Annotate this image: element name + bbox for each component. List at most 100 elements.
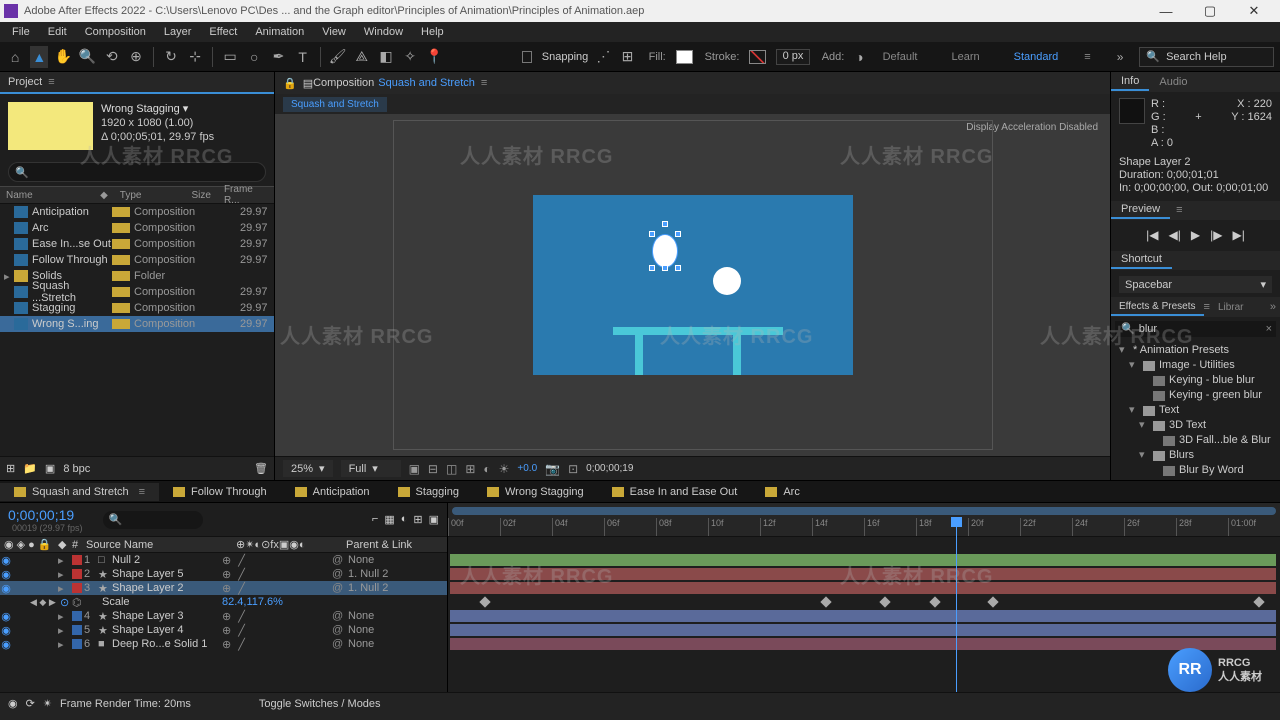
add-shape-icon[interactable]: ◑ (850, 46, 868, 68)
work-area-bar[interactable] (452, 507, 1276, 515)
selected-item-name[interactable]: Wrong Stagging ▾ (101, 102, 214, 116)
new-folder-icon[interactable]: 📁 (23, 462, 37, 475)
effects-tree-item[interactable]: Blur By Word (1115, 463, 1276, 478)
layer-name[interactable]: Null 2 (112, 554, 222, 566)
orbit-tool-icon[interactable]: ⟲ (103, 46, 121, 68)
home-tool-icon[interactable]: ⌂ (6, 46, 24, 68)
project-item[interactable]: StaggingComposition29.97 (0, 300, 274, 316)
play-button[interactable]: ▶ (1191, 228, 1200, 242)
col-type[interactable]: Type (114, 190, 186, 201)
visibility-toggle[interactable]: ◉ (0, 624, 12, 637)
label-color[interactable] (72, 569, 82, 579)
keyframe[interactable] (821, 596, 832, 607)
frame-blend-icon[interactable]: ▦ (384, 513, 394, 526)
track-row[interactable] (448, 581, 1280, 595)
prev-frame-button[interactable]: ◀| (1169, 228, 1181, 242)
project-item[interactable]: Follow ThroughComposition29.97 (0, 252, 274, 268)
guides-icon[interactable]: ⊞ (465, 462, 475, 476)
timeline-tab[interactable]: Stagging (384, 483, 473, 501)
channel-icon[interactable]: ◐ (483, 462, 490, 476)
effects-search-input[interactable]: 🔍 blur × (1115, 321, 1276, 337)
layer-name[interactable]: Shape Layer 5 (112, 568, 222, 580)
text-tool-icon[interactable]: T (294, 46, 312, 68)
mask-icon[interactable]: ◫ (446, 462, 457, 476)
visibility-toggle[interactable]: ◉ (0, 554, 12, 567)
interpret-icon[interactable]: ⊞ (6, 462, 15, 475)
timeline-tab[interactable]: Squash and Stretch≡ (0, 483, 159, 501)
hand-tool-icon[interactable]: ✋ (54, 46, 72, 68)
col-parent[interactable]: Parent & Link (346, 539, 426, 551)
effects-tree-item[interactable]: ▾Text (1115, 403, 1276, 418)
anchor-tool-icon[interactable]: ⊹ (186, 46, 204, 68)
reset-exposure-icon[interactable]: ☀ (499, 462, 510, 476)
label-swatch[interactable] (112, 207, 130, 217)
effects-tree-item[interactable]: ▾3D Text (1115, 418, 1276, 433)
label-color[interactable] (72, 639, 82, 649)
keyframe[interactable] (480, 596, 491, 607)
layer-name[interactable]: Shape Layer 3 (112, 610, 222, 622)
maximize-button[interactable]: ▢ (1188, 0, 1232, 22)
zoom-tool-icon[interactable]: 🔍 (79, 46, 97, 68)
workspace-learn[interactable]: Learn (943, 49, 987, 65)
current-timecode[interactable]: 0;00;00;19 (8, 507, 83, 523)
render-icon[interactable]: ▣ (429, 513, 439, 526)
parent-pickwhip-icon[interactable]: @ (332, 624, 348, 636)
project-item[interactable]: Squash ...StretchComposition29.97 (0, 284, 274, 300)
ellipse-tool-icon[interactable]: ○ (245, 46, 263, 68)
timeline-tab[interactable]: Ease In and Ease Out (598, 483, 752, 501)
shape-circle[interactable] (713, 267, 741, 295)
shape-ellipse-selected[interactable] (653, 235, 677, 267)
timeline-layer-row[interactable]: ◉▸4★Shape Layer 3⊕ ╱ @None (0, 609, 447, 623)
timeline-layer-row[interactable]: ◉▸5★Shape Layer 4⊕ ╱ @None (0, 623, 447, 637)
keyframe-nav[interactable]: ◀ ◆ ▶ (30, 597, 60, 608)
layer-name[interactable]: Shape Layer 4 (112, 624, 222, 636)
motion-blur-icon[interactable]: ◐ (401, 513, 408, 526)
playhead-indicator[interactable] (951, 517, 962, 527)
shy-icon[interactable]: ⌐ (372, 513, 378, 526)
breadcrumb-item[interactable]: Squash and Stretch (283, 97, 387, 112)
twirl-icon[interactable]: ▾ (1139, 418, 1149, 433)
first-frame-button[interactable]: |◀ (1146, 228, 1158, 242)
track-row[interactable] (448, 623, 1280, 637)
timeline-search-input[interactable]: 🔍 (103, 511, 203, 529)
layer-switches[interactable]: ⊕ ╱ (222, 624, 332, 637)
layer-switches[interactable]: ⊕ ╱ (222, 582, 332, 595)
camera-tool-icon[interactable]: ⊕ (127, 46, 145, 68)
twirl-icon[interactable]: ▸ (58, 624, 70, 637)
resolution-dropdown[interactable]: Full▾ (341, 460, 401, 477)
menu-animation[interactable]: Animation (247, 24, 312, 40)
effects-tree-item[interactable]: ▾Blurs (1115, 448, 1276, 463)
parent-pickwhip-icon[interactable]: @ (332, 554, 348, 566)
shape-table-top[interactable] (613, 327, 783, 335)
twirl-icon[interactable]: ▾ (1119, 343, 1129, 358)
transform-handle[interactable] (649, 265, 655, 271)
transparency-icon[interactable]: ⊟ (428, 462, 438, 476)
label-color[interactable] (72, 555, 82, 565)
link-icon[interactable]: ⌬ (72, 596, 86, 609)
label-swatch[interactable] (112, 303, 130, 313)
tab-shortcut[interactable]: Shortcut (1111, 251, 1172, 269)
parent-pickwhip-icon[interactable]: @ (332, 568, 348, 580)
layer-bar[interactable] (450, 638, 1276, 650)
transform-handle[interactable] (662, 221, 668, 227)
footer-timecode[interactable]: 0;00;00;19 (586, 463, 633, 474)
panel-menu-icon[interactable]: ≡ (48, 76, 54, 88)
composition-viewer[interactable]: Display Acceleration Disabled (275, 114, 1110, 456)
keyframe[interactable] (1253, 596, 1264, 607)
visibility-toggle[interactable]: ◉ (0, 582, 12, 595)
new-comp-icon[interactable]: ▣ (45, 462, 55, 475)
trash-icon[interactable]: 🗑 (254, 462, 268, 475)
layer-switches[interactable]: ⊕ ╱ (222, 568, 332, 581)
stopwatch-icon[interactable]: ⊙ (60, 596, 72, 609)
tab-libraries[interactable]: Librar (1210, 300, 1252, 315)
project-tab[interactable]: Project ≡ (0, 72, 274, 94)
parent-pickwhip-icon[interactable]: @ (332, 582, 348, 594)
label-swatch[interactable] (112, 223, 130, 233)
keyframe-track[interactable] (448, 595, 1280, 609)
parent-dropdown[interactable]: 1. Null 2 (348, 568, 428, 580)
timeline-track-area[interactable]: 00f02f04f06f08f10f12f14f16f18f20f22f24f2… (448, 503, 1280, 692)
visibility-toggle[interactable]: ◉ (0, 568, 12, 581)
property-value[interactable]: 82.4,117.6% (222, 596, 283, 608)
next-frame-button[interactable]: |▶ (1210, 228, 1222, 242)
menu-help[interactable]: Help (413, 24, 452, 40)
